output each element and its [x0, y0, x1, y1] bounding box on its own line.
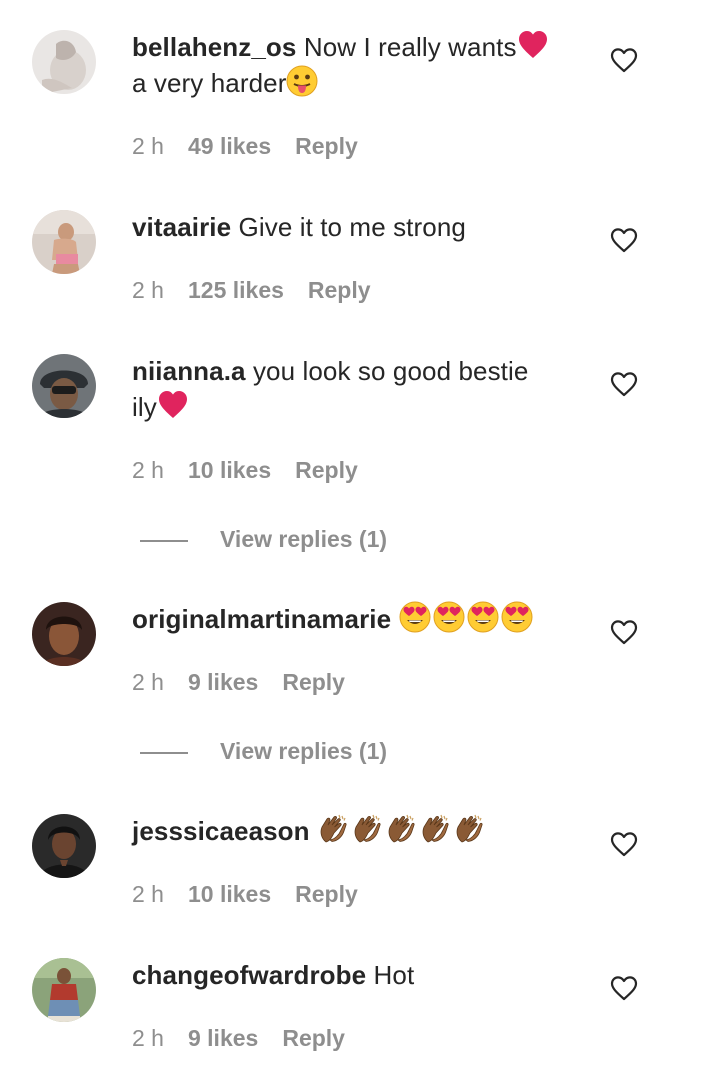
comment-text: originalmartinamarie [132, 601, 577, 637]
comment-body: Hot [373, 960, 415, 990]
avatar[interactable] [32, 814, 96, 878]
comment-text: niianna.a you look so good bestie ily [132, 353, 577, 425]
heart-eyes-emoji [433, 601, 465, 633]
comment-likes[interactable]: 125 likes [188, 277, 284, 303]
comment-likes[interactable]: 10 likes [188, 457, 271, 483]
view-replies-label[interactable]: View replies (1) [220, 738, 387, 764]
reply-button[interactable]: Reply [282, 1025, 345, 1051]
red-heart-emoji [517, 29, 549, 61]
comment-likes[interactable]: 9 likes [188, 669, 258, 695]
comment-text: changeofwardrobe Hot [132, 957, 577, 993]
comment-body: Now I really wants [303, 32, 517, 62]
comment-meta: 2 h 9 likes Reply [132, 667, 345, 697]
comment-time: 2 h [132, 277, 164, 303]
reply-button[interactable]: Reply [295, 881, 358, 907]
comment-meta: 2 h 10 likes Reply [132, 879, 358, 909]
avatar[interactable] [32, 354, 96, 418]
avatar[interactable] [32, 958, 96, 1022]
comment-time: 2 h [132, 881, 164, 907]
comment-text: bellahenz_os Now I really wants a very h… [132, 29, 577, 101]
red-heart-emoji [157, 389, 189, 421]
heart-outline-icon[interactable] [610, 47, 638, 73]
comment-meta: 2 h 10 likes Reply [132, 455, 358, 485]
comment-username[interactable]: originalmartinamarie [132, 604, 391, 634]
divider-line [140, 539, 188, 542]
comment-likes[interactable]: 9 likes [188, 1025, 258, 1051]
comment-username[interactable]: niianna.a [132, 356, 246, 386]
reply-button[interactable]: Reply [295, 457, 358, 483]
reply-button[interactable]: Reply [295, 133, 358, 159]
view-replies-button[interactable]: View replies (1) [140, 736, 387, 766]
heart-eyes-emoji [467, 601, 499, 633]
comment-body-continued: a very harder [132, 68, 287, 98]
comment-time: 2 h [132, 133, 164, 159]
comment-likes[interactable]: 10 likes [188, 881, 271, 907]
heart-outline-icon[interactable] [610, 227, 638, 253]
heart-outline-icon[interactable] [610, 619, 638, 645]
comment-likes[interactable]: 49 likes [188, 133, 271, 159]
comment-time: 2 h [132, 457, 164, 483]
tongue-face-emoji [286, 65, 318, 97]
heart-outline-icon[interactable] [610, 371, 638, 397]
view-replies-button[interactable]: View replies (1) [140, 524, 387, 554]
comment-time: 2 h [132, 669, 164, 695]
comment-username[interactable]: bellahenz_os [132, 32, 296, 62]
comment-body: you look so good bestie [252, 356, 529, 386]
heart-outline-icon[interactable] [610, 831, 638, 857]
reply-button[interactable]: Reply [308, 277, 371, 303]
avatar[interactable] [32, 210, 96, 274]
avatar[interactable] [32, 30, 96, 94]
heart-outline-icon[interactable] [610, 975, 638, 1001]
clapping-hands-emoji [351, 813, 383, 845]
comment-meta: 2 h 49 likes Reply [132, 131, 358, 161]
reply-button[interactable]: Reply [282, 669, 345, 695]
comment-text: vitaairie Give it to me strong [132, 209, 577, 245]
comment-time: 2 h [132, 1025, 164, 1051]
avatar[interactable] [32, 602, 96, 666]
comment-meta: 2 h 9 likes Reply [132, 1023, 345, 1053]
divider-line [140, 751, 188, 754]
clapping-hands-emoji [317, 813, 349, 845]
comment-username[interactable]: changeofwardrobe [132, 960, 366, 990]
view-replies-label[interactable]: View replies (1) [220, 526, 387, 552]
clapping-hands-emoji [419, 813, 451, 845]
clapping-hands-emoji [385, 813, 417, 845]
clapping-hands-emoji [453, 813, 485, 845]
comment-username[interactable]: vitaairie [132, 212, 231, 242]
comment-meta: 2 h 125 likes Reply [132, 275, 371, 305]
comment-body-continued: ily [132, 392, 157, 422]
comment-text: jesssicaeason [132, 813, 577, 849]
comment-body: Give it to me strong [238, 212, 466, 242]
heart-eyes-emoji [399, 601, 431, 633]
comment-username[interactable]: jesssicaeason [132, 816, 310, 846]
heart-eyes-emoji [501, 601, 533, 633]
